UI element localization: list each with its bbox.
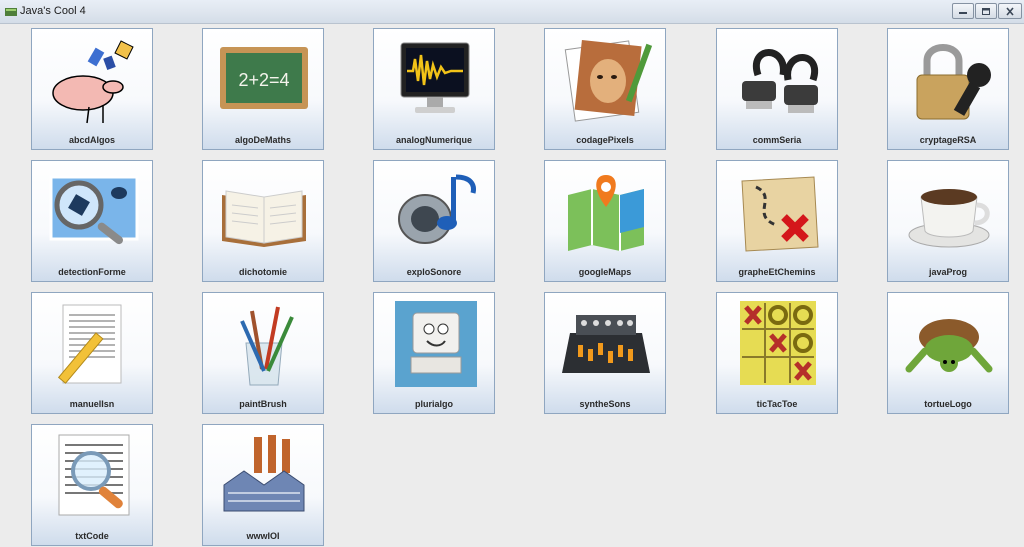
app-tile-plurialgo[interactable]: plurialgo [373, 292, 495, 414]
coffee-cup-icon [908, 189, 990, 248]
app-tile-manuelisn[interactable]: manuelIsn [31, 292, 153, 414]
painted-portrait-icon [564, 40, 653, 122]
turtle-icon [905, 319, 993, 373]
waveform-monitor-icon [400, 42, 470, 113]
app-tile-grapheetchemins[interactable]: grapheEtChemins [716, 160, 838, 282]
document-pencil-icon [57, 304, 122, 384]
abc-algos-icon [52, 40, 134, 124]
app-tile-paintbrush[interactable]: paintBrush [202, 292, 324, 414]
factory-icon [223, 435, 305, 512]
app-label: dichotomie [238, 267, 287, 277]
app-tile-codagepixels[interactable]: codagePixels [544, 28, 666, 150]
open-book-icon [222, 190, 306, 247]
text-magnifier-icon [58, 434, 130, 516]
speaker-note-icon [398, 174, 476, 244]
app-tile-synthesons[interactable]: syntheSons [544, 292, 666, 414]
app-label: manuelIsn [69, 399, 115, 409]
app-label: exploSonore [406, 267, 462, 277]
map-pin-icon [568, 175, 644, 251]
tic-tac-toe-icon [740, 301, 816, 385]
app-tile-explosonore[interactable]: exploSonore [373, 160, 495, 282]
app-tile-abcdalgos[interactable]: abcdAlgos [31, 28, 153, 150]
app-tile-dichotomie[interactable]: dichotomie [202, 160, 324, 282]
app-tile-commseria[interactable]: commSeria [716, 28, 838, 150]
app-label: txtCode [75, 531, 109, 541]
app-tile-cryptagersa[interactable]: cryptageRSA [887, 28, 1009, 150]
app-label: tortueLogo [924, 399, 972, 409]
app-tile-algodemaths[interactable]: 2+2=4 algoDeMaths [202, 28, 324, 150]
app-label: detectionForme [58, 267, 126, 277]
serial-cable-icon [742, 49, 819, 113]
app-label: syntheSons [579, 399, 631, 409]
app-label: ticTacToe [756, 399, 798, 409]
app-label: googleMaps [578, 267, 632, 277]
brushes-jar-icon [240, 306, 294, 386]
app-label: javaProg [928, 267, 968, 277]
app-tile-javaprog[interactable]: javaProg [887, 160, 1009, 282]
app-label: analogNumerique [395, 135, 472, 145]
app-label: commSeria [752, 135, 802, 145]
computer-character-icon [395, 301, 477, 387]
app-label: codagePixels [576, 135, 634, 145]
app-label: plurialgo [415, 399, 453, 409]
app-label: algoDeMaths [234, 135, 291, 145]
app-tile-txtcode[interactable]: txtCode [31, 424, 153, 546]
treasure-map-icon [741, 176, 819, 252]
app-tile-wwwioi[interactable]: wwwIOI [202, 424, 324, 546]
app-label: paintBrush [239, 399, 287, 409]
app-tile-googlemaps[interactable]: googleMaps [544, 160, 666, 282]
app-label: grapheEtChemins [738, 267, 816, 277]
magnifier-shape-icon [49, 175, 139, 245]
chalkboard-icon: 2+2=4 [220, 47, 308, 109]
app-label: cryptageRSA [919, 135, 977, 145]
app-tile-analognumerique[interactable]: analogNumerique [373, 28, 495, 150]
mixing-console-icon [562, 315, 650, 373]
svg-text:2+2=4: 2+2=4 [238, 70, 289, 90]
app-tile-tortuelogo[interactable]: tortueLogo [887, 292, 1009, 414]
app-label: abcdAlgos [68, 135, 115, 145]
app-label: wwwIOI [246, 531, 280, 541]
padlock-key-icon [916, 44, 991, 120]
app-launcher-grid: abcdAlgos 2+2=4 algoDeMaths analogNumeri… [0, 0, 1024, 547]
app-tile-tictactoe[interactable]: ticTacToe [716, 292, 838, 414]
app-tile-detectionforme[interactable]: detectionForme [31, 160, 153, 282]
